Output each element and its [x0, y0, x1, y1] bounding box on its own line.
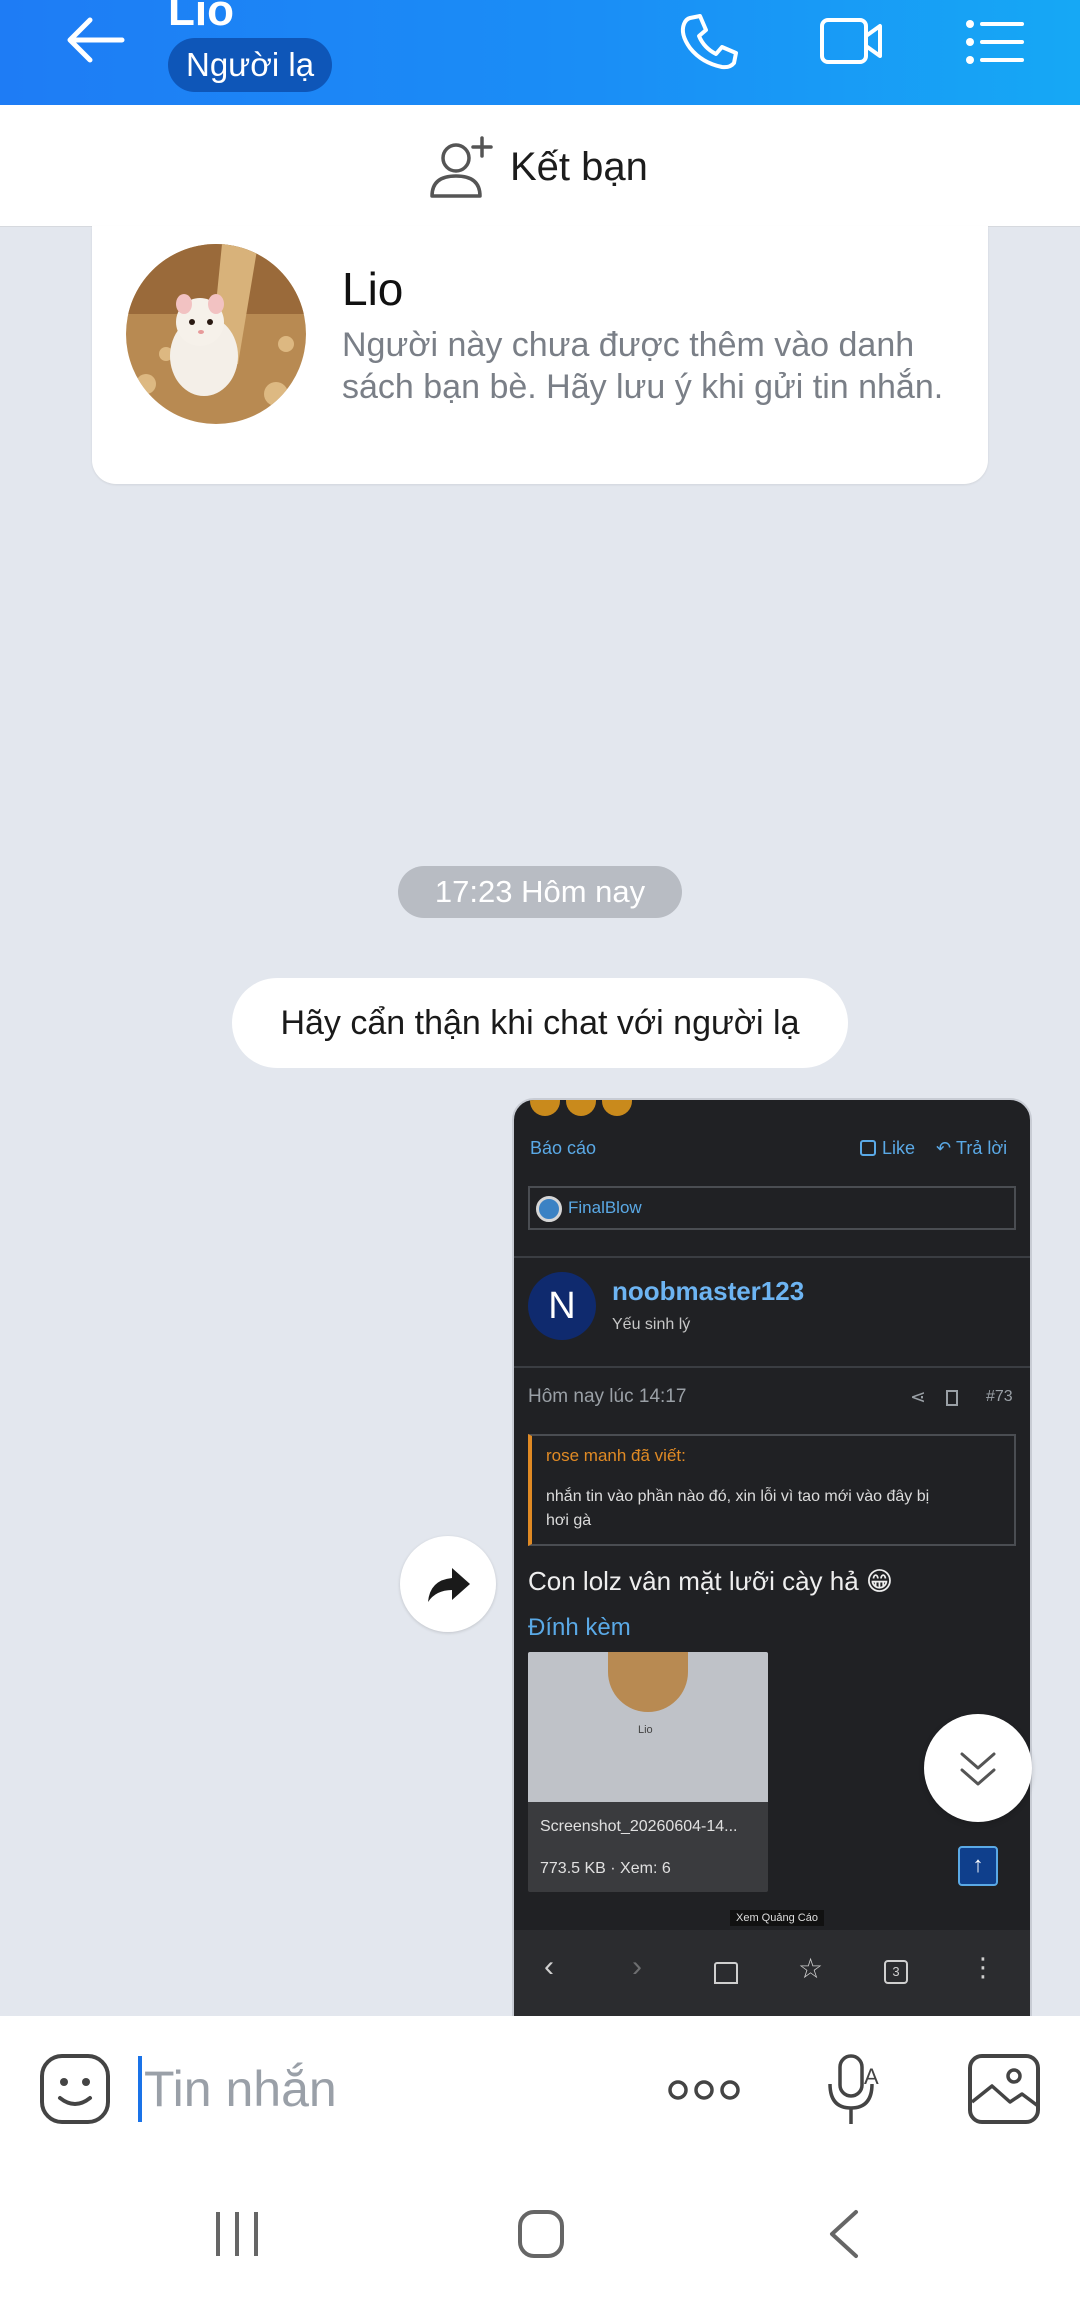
avatar[interactable] — [126, 244, 306, 424]
browser-menu-icon: ⋮ — [970, 1952, 996, 1982]
system-warning-message: Hãy cẩn thận khi chat với người lạ — [232, 978, 848, 1068]
browser-bookmark-star-icon: ☆ — [798, 1953, 824, 1984]
list-menu-icon[interactable] — [958, 8, 1032, 72]
chat-header: Lio Người lạ — [0, 0, 1080, 105]
scroll-down-button[interactable] — [924, 1714, 1032, 1822]
quote-author: rose manh đã viết: — [546, 1446, 686, 1465]
attachment-label: Đính kèm — [528, 1614, 631, 1641]
phone-icon[interactable] — [672, 8, 746, 72]
image-gallery-icon[interactable] — [966, 2052, 1042, 2126]
nav-back-icon[interactable] — [824, 2206, 864, 2262]
system-nav-bar — [0, 2162, 1080, 2305]
like-link: Like — [882, 1138, 916, 1158]
reaction-icon — [602, 1100, 632, 1116]
video-call-icon[interactable] — [814, 8, 888, 72]
user-avatar: N — [528, 1272, 596, 1340]
thumbnail-name: Lio — [638, 1724, 653, 1736]
microphone-icon[interactable]: A — [824, 2050, 886, 2130]
thumbs-up-icon — [860, 1140, 876, 1156]
post-time: Hôm nay lúc 14:17 — [528, 1386, 687, 1407]
sticker-icon[interactable] — [38, 2052, 112, 2126]
reaction-icon — [530, 1100, 560, 1116]
tag-avatar-icon — [536, 1196, 562, 1222]
quote-text-line-2: hơi gà — [546, 1512, 592, 1529]
browser-home-icon — [714, 1962, 738, 1984]
divider — [514, 1366, 1030, 1368]
bookmark-icon — [946, 1390, 958, 1406]
reaction-icon — [566, 1100, 596, 1116]
browser-back-icon: ‹ — [544, 1950, 554, 1983]
reply-link: Trả lời — [956, 1138, 1008, 1158]
divider — [514, 1256, 1030, 1258]
browser-tabs-icon: 3 — [884, 1960, 908, 1984]
timestamp-chip: 17:23 Hôm nay — [398, 866, 682, 918]
add-friend-button[interactable]: Kết bạn — [426, 132, 648, 202]
post-text: Con lolz vân mặt lưỡi cày hả 😁 — [528, 1566, 894, 1596]
contact-name[interactable]: Lio — [168, 0, 234, 36]
share-icon: ⋖ — [910, 1387, 926, 1408]
profile-description: Người này chưa được thêm vào danh sách b… — [342, 326, 944, 406]
browser-toolbar — [514, 1930, 1030, 2016]
browser-forward-icon: › — [632, 1950, 642, 1983]
forum-username: noobmaster123 — [612, 1276, 805, 1306]
more-options-icon[interactable] — [664, 2072, 744, 2108]
forward-button[interactable] — [400, 1536, 496, 1632]
stranger-badge: Người lạ — [168, 38, 333, 92]
recent-apps-icon[interactable] — [212, 2208, 262, 2260]
reply-arrow-icon: ↶ — [936, 1138, 952, 1158]
add-friend-label: Kết bạn — [510, 144, 648, 189]
scroll-top-icon: ↑ — [958, 1846, 998, 1886]
attachment-name: Screenshot_20260604-14... — [540, 1818, 738, 1835]
quote-text-line-1: nhắn tin vào phần nào đó, xin lỗi vì tao… — [546, 1488, 930, 1505]
profile-card: Lio Người này chưa được thêm vào danh sá… — [92, 226, 988, 484]
message-input[interactable] — [138, 2056, 618, 2122]
profile-name: Lio — [342, 263, 404, 315]
forward-arrow-icon — [428, 1568, 470, 1602]
image-message[interactable]: Báo cáo Like ↶ Trả lời FinalBlow N noobm… — [512, 1098, 1032, 2018]
attachment-meta: 773.5 KB · Xem: 6 — [540, 1860, 671, 1877]
double-chevron-down-icon — [960, 1752, 996, 1786]
post-number: #73 — [986, 1388, 1013, 1405]
svg-text:A: A — [864, 2064, 879, 2089]
add-friend-bar: Kết bạn — [0, 105, 1080, 227]
add-user-icon — [430, 136, 493, 198]
message-input-bar: A — [0, 2016, 1080, 2162]
tag-name: FinalBlow — [568, 1198, 642, 1217]
home-icon[interactable] — [516, 2206, 566, 2262]
attachment-thumbnail: Lio Screenshot_20260604-14... 773.5 KB ·… — [528, 1652, 768, 1892]
report-link: Báo cáo — [530, 1138, 597, 1158]
ad-label: Xem Quảng Cáo — [730, 1910, 824, 1926]
back-arrow-icon[interactable] — [60, 8, 132, 72]
forum-user-role: Yếu sinh lý — [612, 1316, 691, 1333]
